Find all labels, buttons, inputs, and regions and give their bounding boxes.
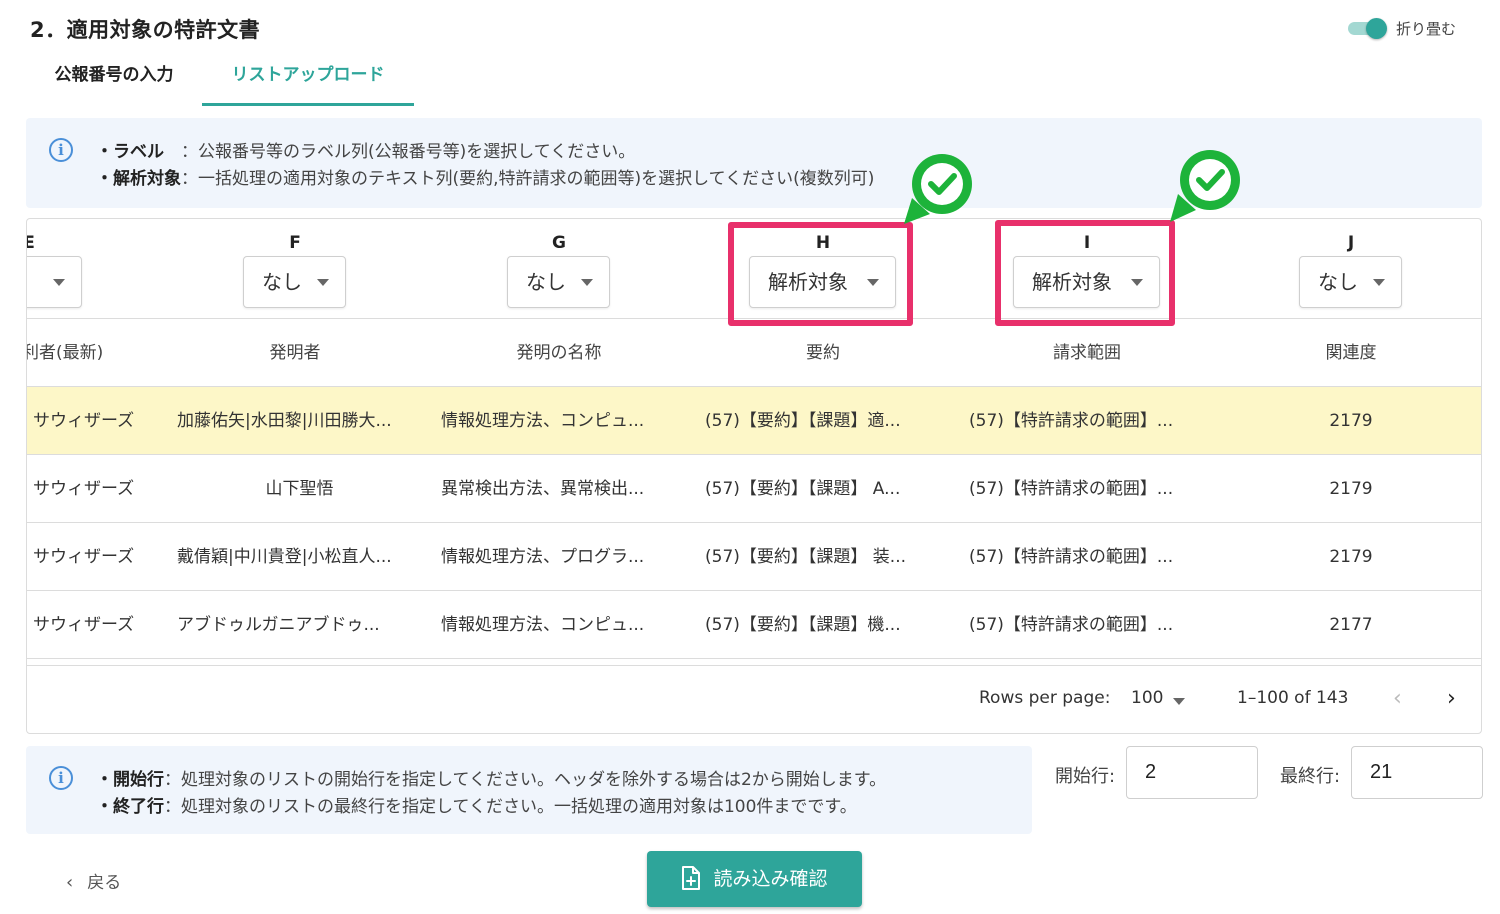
start-row-input[interactable]: 2 <box>1126 746 1258 799</box>
tab-list-upload[interactable]: リストアップロード <box>202 58 414 106</box>
end-row-input[interactable]: 21 <box>1351 746 1483 799</box>
column-header: 権利者(最新) <box>27 343 104 363</box>
tab-publication-number-input[interactable]: 公報番号の入力 <box>26 58 202 106</box>
end-row-label: 最終行: <box>1280 766 1341 787</box>
table-cell: 異常検出方法、異常検出... <box>441 479 645 499</box>
column-letter: G <box>552 233 566 253</box>
select-value: なし <box>262 270 302 294</box>
info-desc-label: ：公報番号等のラベル列(公報番号等)を選択してください。 <box>181 142 636 162</box>
table-cell: 情報処理方法、コンピュ... <box>441 411 645 431</box>
next-page-icon[interactable]: › <box>1447 688 1456 710</box>
section-title: 2．適用対象の特許文書 <box>30 18 261 42</box>
caret-down-icon <box>1373 279 1385 286</box>
column-letter: F <box>289 233 301 253</box>
column-header: 発明の名称 <box>516 343 602 363</box>
column-header: 要約 <box>806 343 840 363</box>
back-button[interactable]: ‹ 戻る <box>66 868 121 893</box>
info-term-label: ・ラベル <box>96 142 181 162</box>
caret-down-icon <box>317 279 329 286</box>
collapse-toggle-label[interactable]: 折り畳む <box>1396 18 1456 39</box>
table-cell: 情報処理方法、コンピュ... <box>441 615 645 635</box>
collapse-toggle[interactable] <box>1346 17 1387 39</box>
column-e-select[interactable]: なし <box>27 256 82 308</box>
rows-per-page-value: 100 <box>1131 688 1164 708</box>
info-term-end-row: ・終了行 <box>96 797 164 817</box>
table-cell: (57)【特許請求の範囲】... <box>969 547 1174 567</box>
table-cell: (57)【要約】【課題】機... <box>705 615 901 635</box>
table-cell: (57)【要約】【課題】適... <box>705 411 901 431</box>
table-cell: 情報処理方法、プログラ... <box>441 547 645 567</box>
table-cell: (57)【要約】【課題】 A... <box>705 479 901 499</box>
table-cell: 山下聖悟 <box>265 479 334 499</box>
info-term-analysis-target: ・解析対象 <box>96 169 181 189</box>
back-button-label: 戻る <box>87 873 122 893</box>
caret-down-icon <box>1173 698 1185 705</box>
row-range-info: i ・開始行：処理対象のリストの開始行を指定してください。ヘッダを除外する場合は… <box>26 746 1032 834</box>
pagination-range: 1–100 of 143 <box>1237 688 1349 708</box>
chevron-left-icon: ‹ <box>66 872 74 893</box>
column-header: 請求範囲 <box>1053 343 1121 363</box>
highlight-box-column-i <box>995 220 1175 326</box>
column-g-select[interactable]: なし <box>507 256 610 308</box>
table-row[interactable]: サウィザーズ 戴倩穎|中川貴登|小松直人... 情報処理方法、プログラ... (… <box>27 523 1481 591</box>
table-cell: 2179 <box>1329 547 1373 567</box>
column-selection-info: i ・ラベル ：公報番号等のラベル列(公報番号等)を選択してください。 ・解析対… <box>26 118 1482 208</box>
info-desc-start-row: ：処理対象のリストの開始行を指定してください。ヘッダを除外する場合は2から開始し… <box>164 770 887 790</box>
file-add-icon <box>682 865 701 890</box>
info-icon: i <box>49 766 73 790</box>
column-f-select[interactable]: なし <box>243 256 346 308</box>
info-line-end-row: ・終了行：処理対象のリストの最終行を指定してください。一括処理の適用対象は100… <box>96 792 857 817</box>
tabs: 公報番号の入力 リストアップロード <box>26 58 446 108</box>
info-desc-analysis-target: ：一括処理の適用対象のテキスト列(要約,特許請求の範囲等)を選択してください(複… <box>181 169 875 189</box>
table-cell: サウィザーズ <box>33 615 135 635</box>
table-row[interactable]: サウィザーズ アブドゥルガニアブドゥ... 情報処理方法、コンピュ... (57… <box>27 591 1481 659</box>
select-value: なし <box>526 270 566 294</box>
select-value: なし <box>1318 270 1358 294</box>
table-cell: サウィザーズ <box>33 411 135 431</box>
rows-per-page-label: Rows per page: <box>979 688 1111 708</box>
start-row-label: 開始行: <box>1055 766 1116 787</box>
table-row[interactable]: サウィザーズ 山下聖悟 異常検出方法、異常検出... (57)【要約】【課題】 … <box>27 455 1481 523</box>
table-cell: サウィザーズ <box>33 547 135 567</box>
column-header: 発明者 <box>269 343 321 363</box>
info-icon: i <box>49 138 73 162</box>
load-confirm-label: 読み込み確認 <box>713 868 828 890</box>
table-cell: アブドゥルガニアブドゥ... <box>177 615 380 635</box>
table-header-row: 権利者(最新) 発明者 発明の名称 要約 請求範囲 関連度 <box>27 319 1481 387</box>
info-desc-end-row: ：処理対象のリストの最終行を指定してください。一括処理の適用対象は100件までで… <box>164 797 857 817</box>
info-line-label: ・ラベル ：公報番号等のラベル列(公報番号等)を選択してください。 <box>96 137 635 162</box>
table-cell: (57)【特許請求の範囲】... <box>969 615 1174 635</box>
column-header: 関連度 <box>1325 343 1377 363</box>
table-pagination: Rows per page: 100 1–100 of 143 ‹ › <box>27 665 1481 733</box>
info-line-analysis-target: ・解析対象：一括処理の適用対象のテキスト列(要約,特許請求の範囲等)を選択してく… <box>96 164 874 189</box>
column-letter: J <box>1347 233 1355 253</box>
prev-page-icon[interactable]: ‹ <box>1393 688 1402 710</box>
table-cell: (57)【特許請求の範囲】... <box>969 479 1174 499</box>
caret-down-icon <box>53 279 65 286</box>
highlight-box-column-h <box>728 222 913 326</box>
table-cell: (57)【特許請求の範囲】... <box>969 411 1174 431</box>
table-cell: サウィザーズ <box>33 479 135 499</box>
table-cell: (57)【要約】【課題】 装... <box>705 547 907 567</box>
load-confirm-button[interactable]: 読み込み確認 <box>647 851 862 907</box>
table-row[interactable]: サウィザーズ 加藤佑矢|水田黎|川田勝大... 情報処理方法、コンピュ... (… <box>27 387 1481 455</box>
check-badge-icon <box>904 154 972 224</box>
info-line-start-row: ・開始行：処理対象のリストの開始行を指定してください。ヘッダを除外する場合は2か… <box>96 765 886 790</box>
info-term-start-row: ・開始行 <box>96 770 164 790</box>
column-letter: E <box>27 233 79 253</box>
table-cell: 加藤佑矢|水田黎|川田勝大... <box>177 411 392 431</box>
check-badge-icon <box>1170 150 1240 222</box>
table-cell: 2179 <box>1329 479 1373 499</box>
toggle-thumb <box>1366 18 1387 39</box>
table-cell: 2177 <box>1329 615 1373 635</box>
table-cell: 戴倩穎|中川貴登|小松直人... <box>177 547 392 567</box>
caret-down-icon <box>581 279 593 286</box>
column-j-select[interactable]: なし <box>1299 256 1402 308</box>
table-cell: 2179 <box>1329 411 1373 431</box>
